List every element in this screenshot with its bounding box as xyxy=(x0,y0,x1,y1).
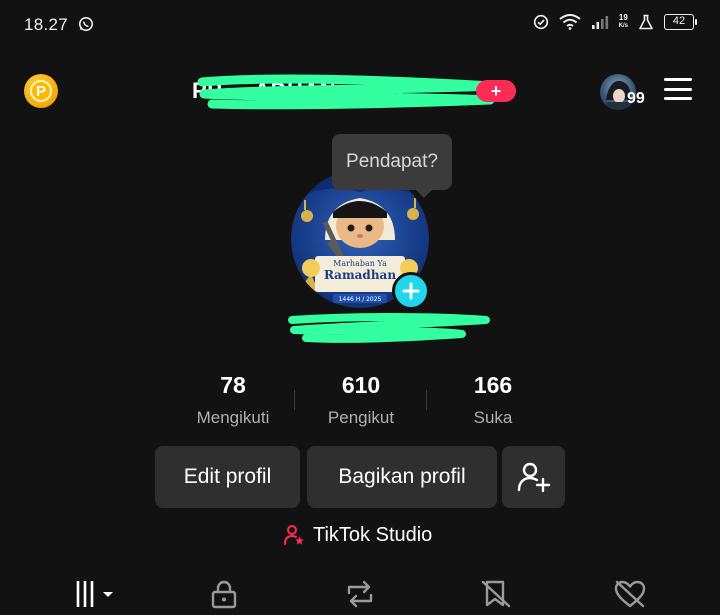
liked-hidden-icon xyxy=(614,580,646,608)
svg-text:1446 H / 2025: 1446 H / 2025 xyxy=(339,296,382,303)
stat-divider xyxy=(426,390,427,410)
stat-followers[interactable]: 610 Pengikut xyxy=(298,372,424,428)
handle-redaction-scribble xyxy=(288,313,490,343)
tab-private[interactable] xyxy=(204,576,244,612)
points-coin-button[interactable]: P xyxy=(24,74,58,108)
stat-value: 78 xyxy=(220,372,246,398)
redaction-scribble xyxy=(197,74,497,110)
edit-profile-button[interactable]: Edit profil xyxy=(155,446,300,508)
tiktok-studio-link[interactable]: TikTok Studio xyxy=(283,522,432,548)
add-story-button[interactable] xyxy=(392,272,430,310)
videos-grid-icon xyxy=(76,581,113,607)
repost-icon xyxy=(347,580,373,608)
hamburger-menu-icon[interactable] xyxy=(664,78,692,102)
plus-icon xyxy=(402,282,420,300)
add-person-icon xyxy=(517,462,550,493)
stat-label: Pengikut xyxy=(327,408,395,427)
tab-saved[interactable] xyxy=(476,576,516,612)
lab-flask-icon xyxy=(638,14,654,30)
stat-divider xyxy=(294,390,295,410)
svg-text:Ramadhan: Ramadhan xyxy=(324,268,396,282)
studio-person-star-icon xyxy=(284,525,304,545)
stat-label: Suka xyxy=(473,408,513,427)
tab-reposts[interactable] xyxy=(340,576,380,612)
status-bar: 18.27 19 K/s 42 xyxy=(0,0,720,52)
status-time: 18.27 xyxy=(24,15,69,34)
coin-p-icon: P xyxy=(30,80,52,102)
whatsapp-icon xyxy=(78,16,94,32)
tab-videos[interactable] xyxy=(74,576,118,612)
signal-icon xyxy=(591,14,609,30)
new-account-badge: + xyxy=(476,80,516,102)
svg-text:Marhaban Ya: Marhaban Ya xyxy=(333,259,387,268)
stat-value: 610 xyxy=(341,372,381,398)
wifi-icon xyxy=(559,14,581,30)
profile-content-tabs xyxy=(0,570,720,615)
stat-likes[interactable]: 166 Suka xyxy=(430,372,556,428)
share-profile-button[interactable]: Bagikan profil xyxy=(307,446,497,508)
studio-label: TikTok Studio xyxy=(313,523,433,546)
username-switcher[interactable]: PP ... ADHAN ... NG + xyxy=(192,74,522,110)
tab-liked[interactable] xyxy=(610,576,650,612)
data-saver-icon xyxy=(533,14,549,30)
stat-value: 166 xyxy=(473,372,513,398)
feedback-tooltip[interactable]: Pendapat? xyxy=(332,134,452,198)
battery-indicator: 42 xyxy=(664,14,697,30)
stat-following[interactable]: 78 Mengikuti xyxy=(170,372,296,428)
add-friends-button[interactable] xyxy=(502,446,565,508)
network-speed: 19 K/s xyxy=(618,13,628,30)
stat-label: Mengikuti xyxy=(196,408,270,427)
lock-icon xyxy=(211,580,237,609)
saved-hidden-icon xyxy=(481,580,511,608)
friends-count-badge: 99 xyxy=(627,90,645,107)
profile-stats: 78 Mengikuti 610 Pengikut 166 Suka xyxy=(170,372,550,432)
